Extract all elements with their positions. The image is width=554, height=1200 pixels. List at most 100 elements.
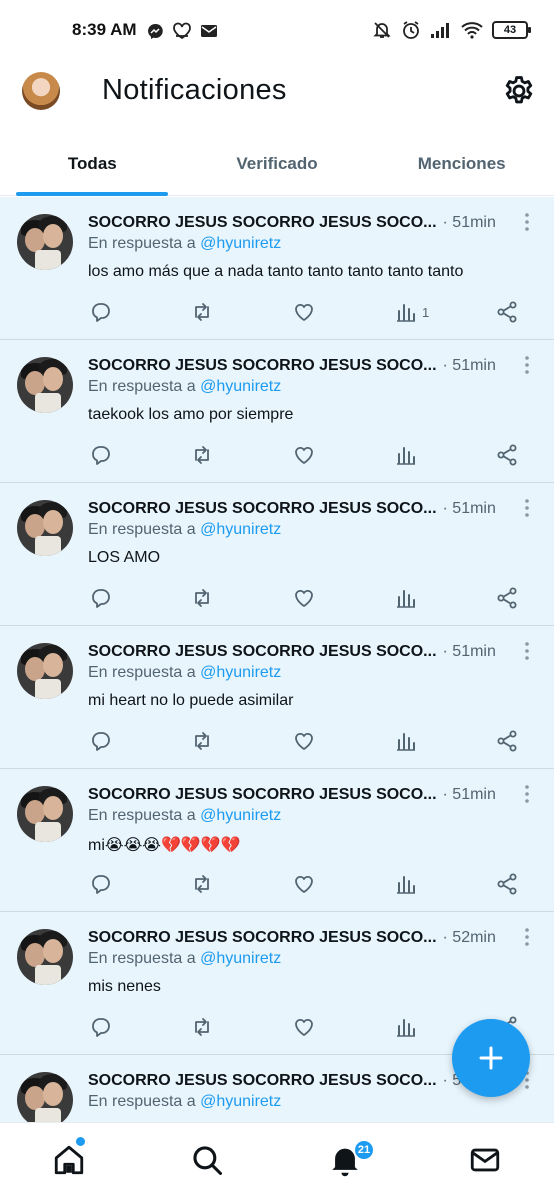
mention-link[interactable]: @hyuniretz bbox=[200, 950, 281, 967]
share-button[interactable] bbox=[495, 871, 519, 897]
like-button[interactable] bbox=[292, 1014, 316, 1040]
views-button[interactable] bbox=[394, 585, 422, 611]
retweet-button[interactable] bbox=[190, 1014, 214, 1040]
mention-link[interactable]: @hyuniretz bbox=[200, 521, 281, 538]
like-button[interactable] bbox=[292, 728, 316, 754]
heart-icon bbox=[295, 446, 313, 464]
author-avatar[interactable] bbox=[17, 643, 73, 699]
more-options-icon[interactable] bbox=[522, 783, 532, 805]
reply-button[interactable] bbox=[89, 299, 113, 325]
views-count: 1 bbox=[422, 304, 430, 320]
gear-icon[interactable] bbox=[502, 74, 536, 108]
status-time: 8:39 AM bbox=[72, 20, 137, 39]
notification-item[interactable]: SOCORRO JESUS SOCORRO JESUS SOCO... · 51m… bbox=[0, 197, 554, 340]
notification-item[interactable]: SOCORRO JESUS SOCORRO JESUS SOCO... · 51m… bbox=[0, 340, 554, 483]
tweet-text: taekook los amo por siempre bbox=[88, 406, 294, 423]
share-icon bbox=[497, 587, 517, 609]
like-button[interactable] bbox=[292, 442, 316, 468]
search-icon[interactable] bbox=[190, 1143, 224, 1177]
retweet-button[interactable] bbox=[190, 728, 214, 754]
status-bar: 8:39 AM 43 bbox=[0, 0, 554, 60]
retweet-button[interactable] bbox=[190, 871, 214, 897]
mail-icon[interactable] bbox=[468, 1143, 502, 1177]
author-avatar[interactable] bbox=[17, 357, 73, 413]
heart-icon bbox=[295, 875, 313, 893]
tweet-actions: 1 bbox=[88, 299, 528, 325]
wifi-icon bbox=[461, 22, 483, 39]
author-name[interactable]: SOCORRO JESUS SOCORRO JESUS SOCO... bbox=[88, 643, 437, 661]
profile-avatar[interactable] bbox=[22, 72, 60, 110]
notification-feed[interactable]: SOCORRO JESUS SOCORRO JESUS SOCO... · 51m… bbox=[0, 197, 554, 1122]
reply-icon bbox=[92, 589, 110, 608]
mention-link[interactable]: @hyuniretz bbox=[200, 664, 281, 681]
views-button[interactable] bbox=[394, 442, 422, 468]
plus-icon bbox=[479, 1046, 503, 1070]
reply-button[interactable] bbox=[89, 728, 113, 754]
mention-link[interactable]: @hyuniretz bbox=[200, 807, 281, 824]
retweet-button[interactable] bbox=[190, 299, 214, 325]
more-options-icon[interactable] bbox=[522, 926, 532, 948]
author-name[interactable]: SOCORRO JESUS SOCORRO JESUS SOCO... bbox=[88, 214, 437, 232]
author-avatar[interactable] bbox=[17, 1072, 73, 1122]
mention-link[interactable]: @hyuniretz bbox=[200, 235, 281, 252]
author-name[interactable]: SOCORRO JESUS SOCORRO JESUS SOCO... bbox=[88, 786, 437, 804]
notification-item[interactable]: SOCORRO JESUS SOCORRO JESUS SOCO... · 51m… bbox=[0, 483, 554, 626]
author-avatar[interactable] bbox=[17, 929, 73, 985]
compose-button[interactable] bbox=[452, 1019, 530, 1097]
heart-icon bbox=[295, 589, 313, 607]
like-button[interactable] bbox=[292, 871, 316, 897]
author-avatar[interactable] bbox=[17, 500, 73, 556]
author-name[interactable]: SOCORRO JESUS SOCORRO JESUS SOCO... bbox=[88, 500, 437, 518]
notification-item[interactable]: SOCORRO JESUS SOCORRO JESUS SOCO... · 51m… bbox=[0, 626, 554, 769]
reply-prefix: En respuesta a bbox=[88, 807, 196, 824]
mention-link[interactable]: @hyuniretz bbox=[200, 378, 281, 395]
reply-button[interactable] bbox=[89, 585, 113, 611]
share-button[interactable] bbox=[495, 299, 519, 325]
like-button[interactable] bbox=[292, 585, 316, 611]
more-options-icon[interactable] bbox=[522, 640, 532, 662]
reply-prefix: En respuesta a bbox=[88, 950, 196, 967]
reply-button[interactable] bbox=[89, 442, 113, 468]
more-options-icon[interactable] bbox=[522, 211, 532, 233]
more-options-icon[interactable] bbox=[522, 497, 532, 519]
home-icon[interactable] bbox=[52, 1143, 86, 1177]
views-button[interactable] bbox=[394, 871, 422, 897]
share-button[interactable] bbox=[495, 442, 519, 468]
tweet-actions bbox=[88, 585, 528, 611]
tab-menciones[interactable]: Menciones bbox=[369, 132, 554, 195]
tab-verificado[interactable]: Verificado bbox=[185, 132, 370, 195]
author-name[interactable]: SOCORRO JESUS SOCORRO JESUS SOCO... bbox=[88, 1072, 437, 1090]
tweet-header: SOCORRO JESUS SOCORRO JESUS SOCO... · 51m… bbox=[88, 641, 508, 663]
signal-icon bbox=[431, 23, 449, 38]
reply-prefix: En respuesta a bbox=[88, 664, 196, 681]
reply-button[interactable] bbox=[89, 871, 113, 897]
views-chart-icon bbox=[397, 304, 415, 322]
tab-todas[interactable]: Todas bbox=[0, 132, 185, 195]
views-button[interactable] bbox=[394, 728, 422, 754]
tweet-time: · 51min bbox=[442, 643, 496, 660]
tweet-actions bbox=[88, 442, 528, 468]
retweet-icon bbox=[195, 1018, 209, 1036]
reply-icon bbox=[92, 1018, 110, 1037]
mention-link[interactable]: @hyuniretz bbox=[200, 1093, 281, 1110]
share-icon bbox=[497, 873, 517, 895]
reply-context: En respuesta a @hyuniretz bbox=[88, 664, 281, 682]
tweet-text: LOS AMO bbox=[88, 549, 161, 566]
tweet-time: · 51min bbox=[442, 214, 496, 231]
like-button[interactable] bbox=[292, 299, 316, 325]
more-options-icon[interactable] bbox=[522, 354, 532, 376]
author-name[interactable]: SOCORRO JESUS SOCORRO JESUS SOCO... bbox=[88, 357, 437, 375]
share-button[interactable] bbox=[495, 728, 519, 754]
share-button[interactable] bbox=[495, 585, 519, 611]
tweet-text: mis nenes bbox=[88, 978, 161, 995]
views-button[interactable] bbox=[394, 1014, 422, 1040]
views-button[interactable]: 1 bbox=[394, 299, 429, 325]
retweet-button[interactable] bbox=[190, 442, 214, 468]
author-name[interactable]: SOCORRO JESUS SOCORRO JESUS SOCO... bbox=[88, 929, 437, 947]
notification-item[interactable]: SOCORRO JESUS SOCORRO JESUS SOCO... · 51m… bbox=[0, 769, 554, 912]
retweet-button[interactable] bbox=[190, 585, 214, 611]
retweet-icon bbox=[195, 732, 209, 750]
reply-button[interactable] bbox=[89, 1014, 113, 1040]
author-avatar[interactable] bbox=[17, 214, 73, 270]
author-avatar[interactable] bbox=[17, 786, 73, 842]
